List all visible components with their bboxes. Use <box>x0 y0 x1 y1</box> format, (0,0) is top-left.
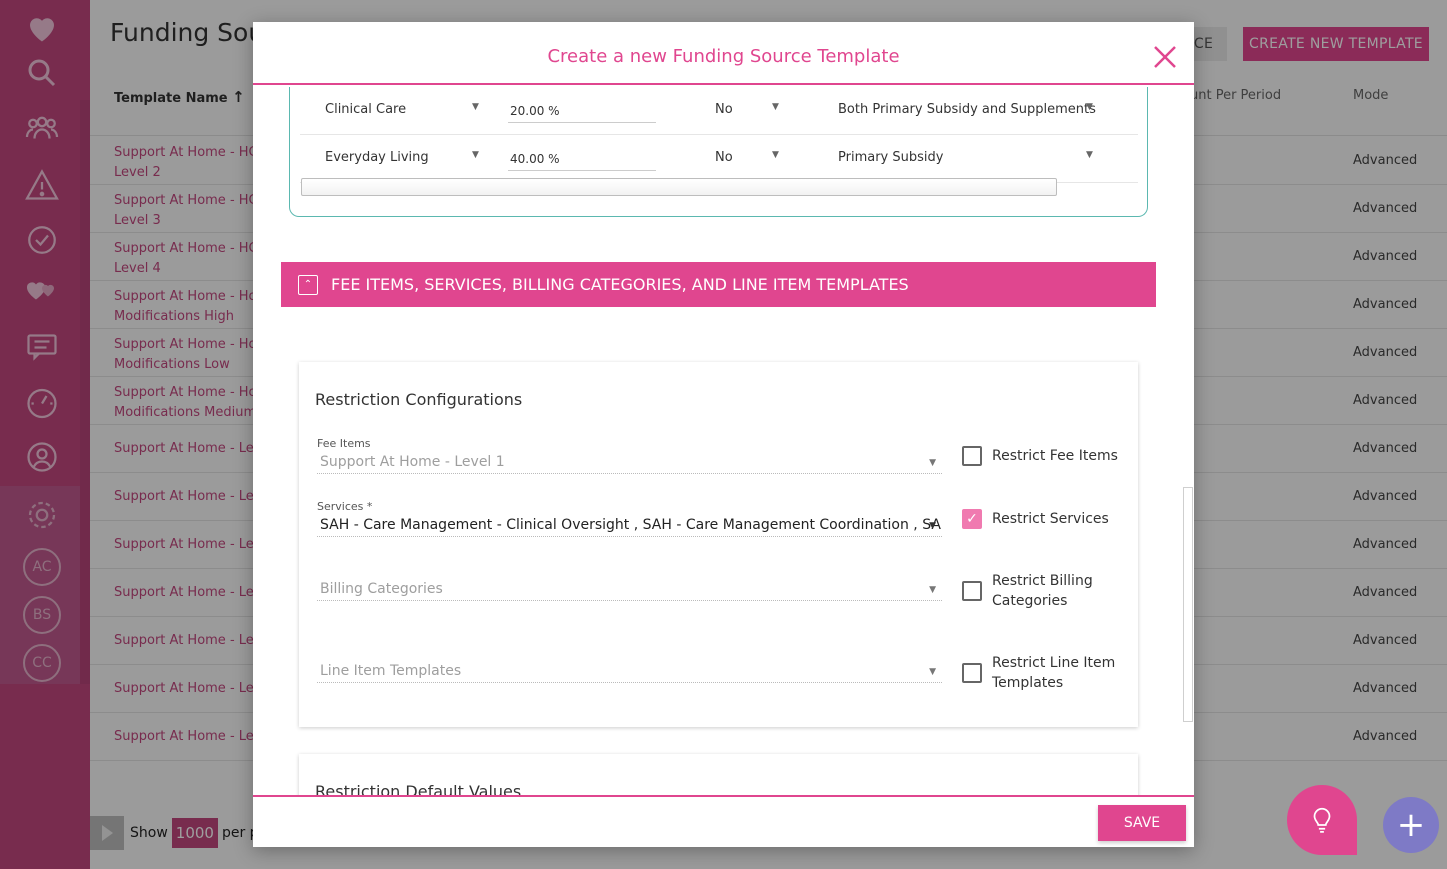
services-field[interactable]: Services * SAH - Care Management - Clini… <box>317 500 942 537</box>
percent-input[interactable]: 20.00 % <box>508 97 656 123</box>
modal-body: Clinical Care ▼ 20.00 % No ▼ Both Primar… <box>253 87 1194 795</box>
services-value: SAH - Care Management - Clinical Oversig… <box>320 517 942 533</box>
modal-footer: SAVE <box>253 795 1194 847</box>
subsidy-type-select[interactable]: Both Primary Subsidy and Supplements <box>838 102 1096 117</box>
fee-items-field[interactable]: Fee Items Support At Home - Level 1 ▼ <box>317 437 942 474</box>
restrict-line-item-templates-checkbox[interactable] <box>962 663 982 683</box>
lightbulb-icon <box>1313 807 1331 833</box>
modal-header: Create a new Funding Source Template <box>253 22 1194 85</box>
add-fab-button[interactable]: + <box>1383 797 1439 853</box>
fee-items-select[interactable]: Support At Home - Level 1 ▼ <box>317 450 942 474</box>
dropdown-arrow-icon[interactable]: ▼ <box>772 150 779 160</box>
section-title: FEE ITEMS, SERVICES, BILLING CATEGORIES,… <box>331 275 909 294</box>
dropdown-arrow-icon[interactable]: ▼ <box>929 667 936 677</box>
subsidy-type-select[interactable]: Primary Subsidy <box>838 150 943 165</box>
restriction-default-values-card: Restriction Default Values <box>299 754 1138 795</box>
card-title: Restriction Default Values <box>315 782 522 795</box>
modal-title: Create a new Funding Source Template <box>547 46 900 67</box>
restrict-billing-categories-checkbox[interactable] <box>962 581 982 601</box>
line-item-templates-select[interactable]: Line Item Templates ▼ <box>317 659 942 683</box>
checkmark-icon: ✓ <box>966 511 978 527</box>
funding-breakdown-card: Clinical Care ▼ 20.00 % No ▼ Both Primar… <box>289 87 1148 217</box>
restrict-fee-items-label: Restrict Fee Items <box>992 448 1118 464</box>
horizontal-scrollbar[interactable] <box>301 178 1057 196</box>
dropdown-arrow-icon[interactable]: ▼ <box>929 585 936 595</box>
funding-category-select[interactable]: Everyday Living <box>325 150 429 165</box>
dropdown-arrow-icon[interactable]: ▼ <box>472 150 479 160</box>
collapse-chevron-icon[interactable]: ⌃ <box>298 274 318 295</box>
funding-category-select[interactable]: Clinical Care <box>325 102 406 117</box>
plus-icon: + <box>1396 805 1426 845</box>
create-template-modal: Create a new Funding Source Template Cli… <box>253 22 1194 847</box>
restrict-billing-categories-label: Restrict Billing Categories <box>992 573 1093 609</box>
fee-items-label: Fee Items <box>317 437 371 450</box>
line-item-templates-placeholder: Line Item Templates <box>320 663 462 679</box>
card-title: Restriction Configurations <box>315 390 523 409</box>
fee-items-section-header[interactable]: ⌃ FEE ITEMS, SERVICES, BILLING CATEGORIE… <box>281 262 1156 307</box>
restrict-line-item-templates-label: Restrict Line Item Templates <box>992 655 1116 691</box>
restrict-services-label: Restrict Services <box>992 511 1109 527</box>
dropdown-arrow-icon[interactable]: ▼ <box>1086 150 1093 160</box>
close-icon[interactable] <box>1152 44 1178 70</box>
dropdown-arrow-icon[interactable]: ▼ <box>772 102 779 112</box>
percent-input[interactable]: 40.00 % <box>508 145 656 171</box>
restriction-configurations-card: Restriction Configurations Fee Items Sup… <box>299 362 1138 727</box>
dropdown-arrow-icon[interactable]: ▼ <box>929 521 936 531</box>
yes-no-select[interactable]: No <box>715 150 733 165</box>
billing-categories-select[interactable]: Billing Categories ▼ <box>317 577 942 601</box>
restrict-fee-items-checkbox[interactable] <box>962 446 982 466</box>
dropdown-arrow-icon[interactable]: ▼ <box>1086 102 1093 112</box>
billing-categories-field[interactable]: Billing Categories ▼ <box>317 577 942 601</box>
funding-row: Clinical Care ▼ 20.00 % No ▼ Both Primar… <box>300 87 1138 135</box>
billing-categories-placeholder: Billing Categories <box>320 581 443 597</box>
dropdown-arrow-icon[interactable]: ▼ <box>929 458 936 468</box>
save-button[interactable]: SAVE <box>1098 805 1186 841</box>
services-label: Services * <box>317 500 373 513</box>
yes-no-select[interactable]: No <box>715 102 733 117</box>
fee-items-value: Support At Home - Level 1 <box>320 454 505 470</box>
modal-vertical-scrollbar[interactable] <box>1183 487 1193 722</box>
funding-row: Everyday Living ▼ 40.00 % No ▼ Primary S… <box>300 135 1138 183</box>
restrict-services-checkbox[interactable]: ✓ <box>962 509 982 529</box>
dropdown-arrow-icon[interactable]: ▼ <box>472 102 479 112</box>
tips-lightbulb-button[interactable] <box>1287 785 1357 855</box>
line-item-templates-field[interactable]: Line Item Templates ▼ <box>317 659 942 683</box>
services-select[interactable]: SAH - Care Management - Clinical Oversig… <box>317 513 942 537</box>
